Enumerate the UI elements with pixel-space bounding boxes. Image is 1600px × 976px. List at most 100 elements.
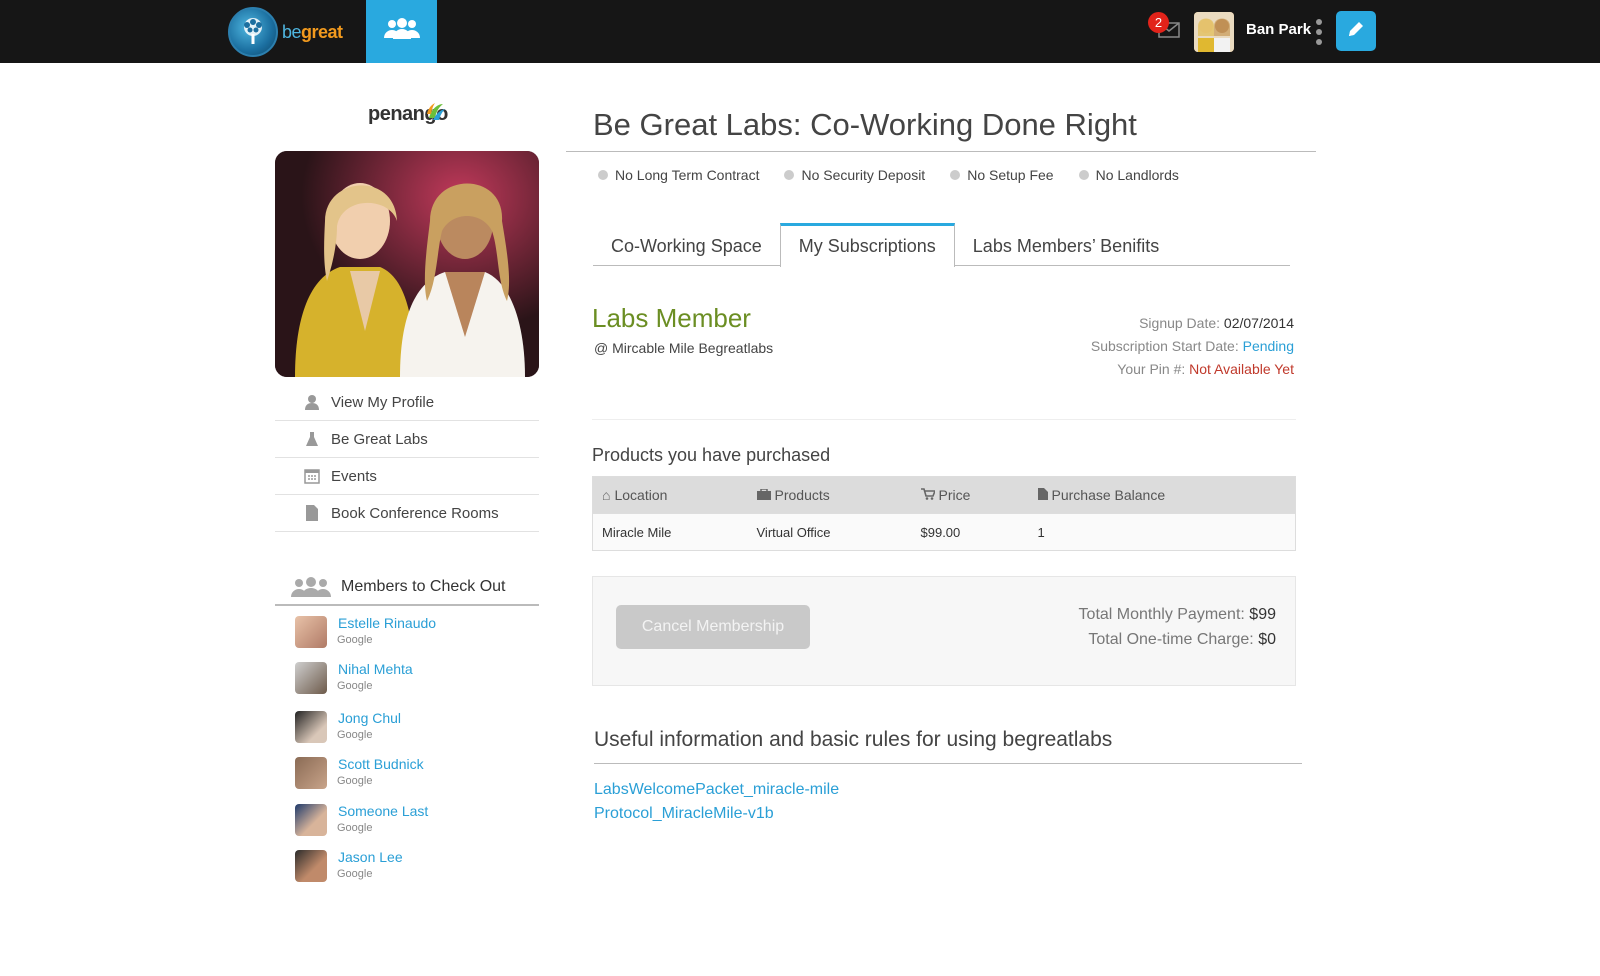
sidebar-menu: View My Profile Be Great Labs Events Boo… bbox=[275, 384, 539, 532]
feature-label: No Security Deposit bbox=[801, 167, 926, 183]
member-name[interactable]: Jason Lee bbox=[338, 849, 403, 865]
products-table: ⌂ Location Products Price Purchase Balanc… bbox=[592, 476, 1296, 551]
group-icon bbox=[382, 18, 422, 45]
useful-links: LabsWelcomePacket_miracle-mile Protocol_… bbox=[594, 778, 839, 826]
more-options-icon[interactable] bbox=[1316, 19, 1322, 45]
member-source: Google bbox=[337, 868, 373, 880]
sidebar-item-label: Events bbox=[331, 467, 377, 485]
avatar bbox=[295, 850, 327, 882]
column-header-price: Price bbox=[911, 476, 1029, 514]
briefcase-icon bbox=[756, 487, 771, 503]
sidebar-item-label: Book Conference Rooms bbox=[331, 504, 499, 522]
page-title: Be Great Labs: Co-Working Done Right bbox=[593, 107, 1137, 142]
membership-location: @ Mircable Mile Begreatlabs bbox=[594, 340, 774, 356]
document-icon bbox=[303, 504, 321, 522]
feature-item: No Long Term Contract bbox=[598, 167, 759, 183]
member-item[interactable]: Nihal Mehta Google bbox=[295, 661, 535, 701]
sidebar-item-events[interactable]: Events bbox=[275, 458, 539, 495]
sidebar-item-book-conference-rooms[interactable]: Book Conference Rooms bbox=[275, 495, 539, 532]
flask-icon bbox=[303, 430, 321, 448]
subscription-info: Signup Date: 02/07/2014 Subscription Sta… bbox=[1091, 312, 1294, 381]
sidebar-item-be-great-labs[interactable]: Be Great Labs bbox=[275, 421, 539, 458]
protocol-link[interactable]: Protocol_MiracleMile-v1b bbox=[594, 802, 839, 826]
tab-co-working-space[interactable]: Co-Working Space bbox=[593, 223, 780, 266]
cell-balance: 1 bbox=[1028, 513, 1296, 551]
member-source: Google bbox=[337, 680, 373, 692]
column-header-products: Products bbox=[747, 476, 912, 514]
cell-product: Virtual Office bbox=[747, 513, 912, 551]
tree-logo-icon bbox=[228, 7, 278, 57]
member-name[interactable]: Scott Budnick bbox=[338, 756, 424, 772]
top-bar: begreat 2 Ban Park bbox=[0, 0, 1600, 63]
feature-label: No Long Term Contract bbox=[615, 167, 760, 183]
sidebar-item-label: View My Profile bbox=[331, 393, 435, 411]
bullet-icon bbox=[598, 170, 608, 180]
feature-label: No Landlords bbox=[1095, 167, 1179, 183]
avatar bbox=[295, 804, 327, 836]
document-icon bbox=[1037, 487, 1048, 503]
avatar bbox=[295, 711, 327, 743]
bullet-icon bbox=[784, 170, 795, 180]
feature-item: No Landlords bbox=[1078, 167, 1179, 183]
avatar bbox=[295, 616, 327, 648]
payment-summary: Cancel Membership Total Monthly Payment:… bbox=[592, 576, 1296, 686]
member-source: Google bbox=[337, 775, 373, 787]
member-item[interactable]: Jong Chul Google bbox=[295, 710, 535, 750]
onetime-charge-row: Total One-time Charge: $0 bbox=[1088, 631, 1276, 648]
penango-swoosh-icon bbox=[425, 100, 447, 127]
title-divider bbox=[566, 151, 1316, 152]
feature-item: No Security Deposit bbox=[784, 167, 925, 183]
member-name[interactable]: Someone Last bbox=[338, 803, 428, 819]
begreat-logo[interactable]: begreat bbox=[228, 7, 343, 57]
members-title: Members to Check Out bbox=[341, 577, 506, 595]
profile-photo bbox=[275, 151, 539, 377]
cancel-membership-button[interactable]: Cancel Membership bbox=[616, 605, 810, 649]
table-row: Miracle Mile Virtual Office $99.00 1 bbox=[592, 513, 1296, 551]
member-name[interactable]: Nihal Mehta bbox=[338, 661, 413, 677]
calendar-icon bbox=[303, 467, 321, 485]
member-name[interactable]: Estelle Rinaudo bbox=[338, 615, 436, 631]
member-item[interactable]: Someone Last Google bbox=[295, 803, 535, 843]
logo-wordmark: begreat bbox=[282, 21, 343, 42]
user-icon bbox=[303, 393, 321, 411]
bullet-icon bbox=[950, 170, 961, 180]
avatar bbox=[295, 662, 327, 694]
community-tab[interactable] bbox=[366, 0, 437, 63]
member-item[interactable]: Scott Budnick Google bbox=[295, 756, 535, 796]
column-header-purchase-balance: Purchase Balance bbox=[1028, 476, 1296, 514]
pencil-icon bbox=[1346, 19, 1366, 44]
members-to-check-out-header: Members to Check Out bbox=[275, 569, 539, 606]
cart-icon bbox=[920, 487, 936, 503]
member-item[interactable]: Estelle Rinaudo Google bbox=[295, 615, 535, 655]
signup-date-row: Signup Date: 02/07/2014 bbox=[1139, 315, 1294, 331]
avatar bbox=[295, 757, 327, 789]
member-source: Google bbox=[337, 729, 373, 741]
table-header-row: ⌂ Location Products Price Purchase Balanc… bbox=[592, 476, 1296, 514]
feature-label: No Setup Fee bbox=[967, 167, 1054, 183]
pin-row: Your Pin #: Not Available Yet bbox=[1117, 361, 1294, 377]
payment-totals: Total Monthly Payment: $99 Total One-tim… bbox=[1079, 602, 1276, 652]
cell-location: Miracle Mile bbox=[592, 513, 748, 551]
member-name[interactable]: Jong Chul bbox=[338, 710, 401, 726]
membership-type: Labs Member bbox=[592, 303, 751, 333]
group-icon bbox=[291, 576, 331, 597]
useful-info-heading: Useful information and basic rules for u… bbox=[594, 728, 1113, 751]
notification-badge: 2 bbox=[1148, 12, 1169, 33]
column-header-location: ⌂ Location bbox=[592, 476, 748, 514]
monthly-payment-row: Total Monthly Payment: $99 bbox=[1078, 606, 1276, 623]
feature-item: No Setup Fee bbox=[950, 167, 1054, 183]
edit-button[interactable] bbox=[1336, 11, 1376, 51]
tab-my-subscriptions[interactable]: My Subscriptions bbox=[779, 223, 955, 267]
member-item[interactable]: Jason Lee Google bbox=[295, 849, 535, 889]
sidebar-item-view-profile[interactable]: View My Profile bbox=[275, 384, 539, 421]
tab-labs-members-benefits[interactable]: Labs Members’ Benifits bbox=[955, 223, 1177, 266]
avatar[interactable] bbox=[1194, 12, 1234, 52]
user-name[interactable]: Ban Park bbox=[1246, 21, 1311, 38]
member-source: Google bbox=[337, 634, 373, 646]
useful-info-divider bbox=[594, 763, 1302, 764]
member-source: Google bbox=[337, 822, 373, 834]
feature-list: No Long Term Contract No Security Deposi… bbox=[598, 167, 1204, 183]
cell-price: $99.00 bbox=[911, 513, 1029, 551]
welcome-packet-link[interactable]: LabsWelcomePacket_miracle-mile bbox=[594, 778, 839, 802]
products-heading: Products you have purchased bbox=[592, 445, 831, 465]
